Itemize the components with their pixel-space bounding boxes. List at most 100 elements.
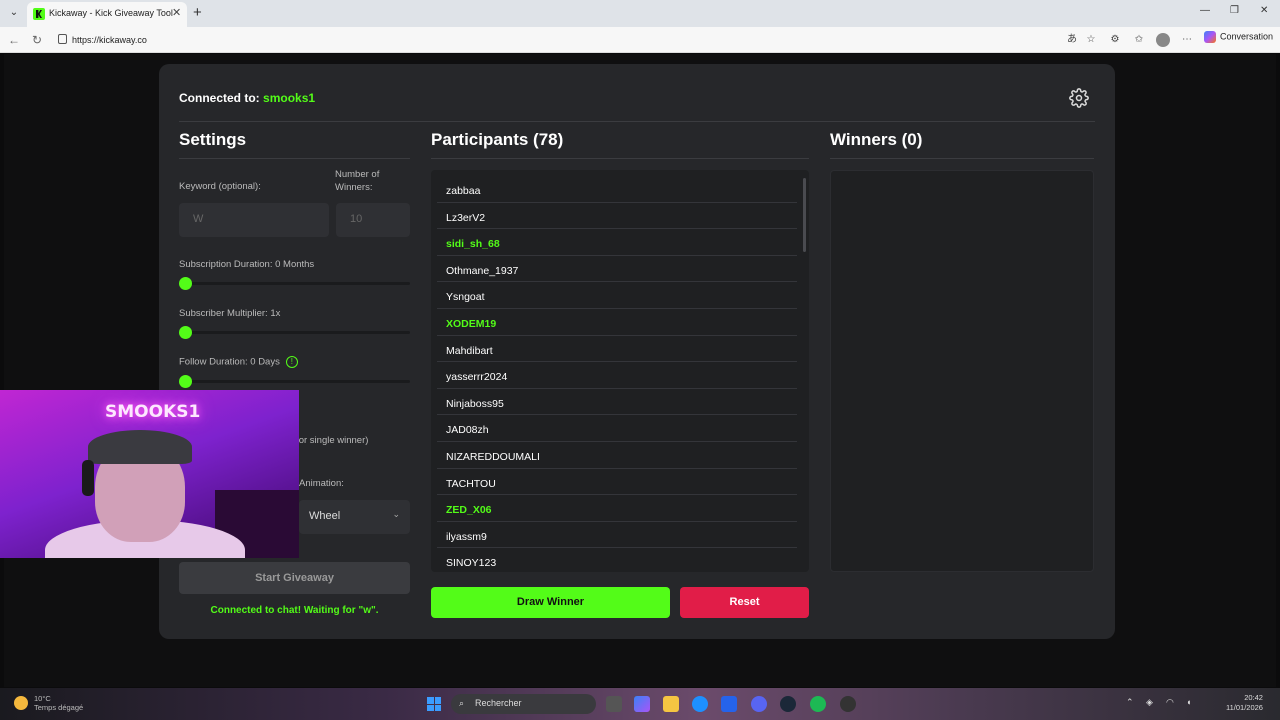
participant-row: TACHTOU <box>437 469 797 496</box>
participant-row: XODEM19 <box>437 309 797 336</box>
connected-username: smooks1 <box>263 91 316 105</box>
task-view-icon[interactable] <box>606 696 622 712</box>
sub-duration-slider[interactable] <box>179 277 410 290</box>
more-menu-icon[interactable]: ⋯ <box>1181 34 1193 46</box>
windows-start-icon[interactable] <box>427 697 441 711</box>
copilot-icon <box>1204 31 1216 43</box>
chevron-down-icon: ⌄ <box>392 509 400 519</box>
chat-status-text: Connected to chat! Waiting for "w". <box>210 605 379 616</box>
participant-row: ZED_X06 <box>437 495 797 522</box>
back-icon[interactable]: ← <box>8 33 20 47</box>
keyword-input[interactable]: W <box>179 203 329 237</box>
page-background: Connected to: smooks1 Settings Keyword (… <box>4 54 1276 687</box>
connection-status: Connected to: smooks1 <box>179 91 315 105</box>
settings-rule <box>179 158 410 159</box>
sub-duration-label: Subscription Duration: 0 Months <box>179 259 315 270</box>
giveaway-card: Connected to: smooks1 Settings Keyword (… <box>159 64 1115 639</box>
participant-row: zabbaa <box>437 176 797 203</box>
keyword-label: Keyword (optional): <box>179 181 261 192</box>
taskbar-clock[interactable]: 20:42 11/01/2026 <box>1226 693 1263 713</box>
participants-title: Participants (78) <box>431 130 564 149</box>
participants-rule <box>431 158 809 159</box>
webcam-overlay: SMOOKS1 <box>0 390 299 558</box>
slider-thumb[interactable] <box>179 277 192 290</box>
extensions-icon[interactable]: ⚙ <box>1109 34 1121 46</box>
animation-select[interactable]: Wheel ⌄ <box>299 500 410 534</box>
new-tab-icon[interactable]: + <box>193 4 202 21</box>
tab-actions-icon[interactable]: ⌄ <box>6 5 22 21</box>
draw-winner-button[interactable]: Draw Winner <box>431 587 670 618</box>
participant-row: Lz3erV2 <box>437 203 797 230</box>
gear-icon[interactable] <box>1069 88 1089 108</box>
header-divider <box>179 121 1095 122</box>
favorite-star-icon[interactable]: ☆ <box>1085 34 1097 46</box>
follow-duration-label: Follow Duration: 0 Days! <box>179 356 298 368</box>
scrollbar[interactable] <box>803 178 806 252</box>
tray-app-icon[interactable]: ◈ <box>1146 697 1153 708</box>
favorites-icon[interactable]: ✩ <box>1133 34 1145 46</box>
streamer-cap <box>88 430 192 464</box>
search-icon: ⌕ <box>459 698 465 708</box>
url-field[interactable]: https://kickaway.co <box>52 30 1062 50</box>
copilot-app-icon[interactable] <box>634 696 650 712</box>
obs-icon[interactable] <box>840 696 856 712</box>
kick-favicon-icon <box>33 8 45 20</box>
tab-title: Kickaway - Kick Giveaway Tool <box>49 8 173 18</box>
windows-taskbar: 10°C Temps dégagé ⌕ Rechercher ⌃ ◈ ◠ ◖ 2… <box>0 688 1280 720</box>
weather-widget[interactable]: 10°C Temps dégagé <box>34 694 83 712</box>
edge-icon[interactable] <box>692 696 708 712</box>
weather-desc: Temps dégagé <box>34 703 84 712</box>
winners-count-input[interactable]: 10 <box>336 203 410 237</box>
follow-duration-slider[interactable] <box>179 375 410 388</box>
winners-title: Winners (0) <box>830 130 923 149</box>
copilot-conversation-button[interactable]: Conversation <box>1204 31 1273 49</box>
volume-icon[interactable]: ◖ <box>1186 697 1191 707</box>
winners-count-label: Number of Winners: <box>335 169 380 193</box>
taskbar-search[interactable]: ⌕ Rechercher <box>451 694 596 714</box>
participant-row: Ninjaboss95 <box>437 389 797 416</box>
translate-icon[interactable]: あ <box>1066 34 1078 46</box>
lock-icon <box>58 34 67 44</box>
browser-tab[interactable]: Kickaway - Kick Giveaway Tool ✕ <box>27 2 187 27</box>
spotify-icon[interactable] <box>810 696 826 712</box>
sub-multiplier-slider[interactable] <box>179 326 410 339</box>
clock-time: 20:42 <box>1244 693 1263 702</box>
minimize-icon[interactable]: — <box>1200 5 1210 16</box>
participant-row: yasserrr2024 <box>437 362 797 389</box>
store-icon[interactable] <box>721 696 737 712</box>
browser-tabstrip: ⌄ Kickaway - Kick Giveaway Tool ✕ + — ❐ … <box>0 0 1280 27</box>
steam-icon[interactable] <box>780 696 796 712</box>
participant-row: ilyassm9 <box>437 522 797 549</box>
reset-button[interactable]: Reset <box>680 587 809 618</box>
maximize-icon[interactable]: ❐ <box>1230 5 1239 16</box>
participant-row: SINOY123 <box>437 548 797 572</box>
participant-row: NIZAREDDOUMALI <box>437 442 797 469</box>
weather-temp: 10°C <box>34 694 51 703</box>
conversation-label: Conversation <box>1220 31 1274 42</box>
refresh-icon[interactable]: ↻ <box>32 33 42 47</box>
sub-multiplier-label: Subscriber Multiplier: 1x <box>179 308 281 319</box>
winners-rule <box>830 158 1094 159</box>
discord-icon[interactable] <box>751 696 767 712</box>
weather-icon[interactable] <box>14 696 28 710</box>
url-text: https://kickaway.co <box>72 35 147 45</box>
start-giveaway-button[interactable]: Start Giveaway <box>179 562 410 594</box>
neon-sign: SMOOKS1 <box>105 402 201 422</box>
address-bar: ← ↻ https://kickaway.co あ ☆ ⚙ ✩ ⋯ <box>0 27 1280 53</box>
slider-thumb[interactable] <box>179 326 192 339</box>
follow-duration-text: Follow Duration: 0 Days <box>179 356 280 368</box>
info-icon[interactable]: ! <box>285 356 298 368</box>
participant-row: sidi_sh_68 <box>437 229 797 256</box>
wifi-icon[interactable]: ◠ <box>1166 697 1174 708</box>
participant-row: Ysngoat <box>437 282 797 309</box>
participant-row: Othmane_1937 <box>437 256 797 283</box>
close-icon[interactable]: ✕ <box>172 6 181 19</box>
window-close-icon[interactable]: ✕ <box>1260 5 1268 16</box>
tray-chevron-icon[interactable]: ⌃ <box>1126 697 1134 708</box>
participant-row: JAD08zh <box>437 415 797 442</box>
profile-avatar[interactable] <box>1156 33 1170 47</box>
participants-list[interactable]: zabbaa Lz3erV2 sidi_sh_68 Othmane_1937 Ysngo… <box>431 170 809 572</box>
animation-value: Wheel <box>309 510 341 522</box>
slider-thumb[interactable] <box>179 375 192 388</box>
file-explorer-icon[interactable] <box>663 696 679 712</box>
